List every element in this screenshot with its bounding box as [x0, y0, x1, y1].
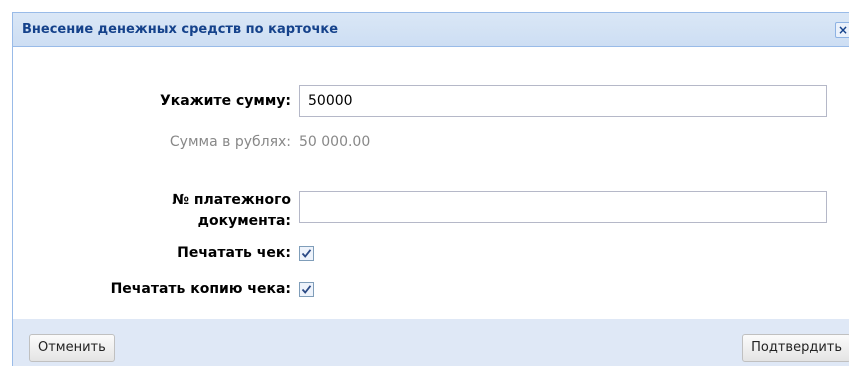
checkmark-icon: [301, 285, 312, 294]
print-copy-checkbox[interactable]: [299, 282, 314, 297]
confirm-button[interactable]: Подтвердить: [742, 334, 849, 362]
amount-input[interactable]: [299, 85, 827, 117]
rubles-label: Сумма в рублях:: [169, 134, 291, 150]
close-icon[interactable]: ×: [835, 22, 849, 38]
rubles-value: 50 000.00: [299, 134, 371, 150]
print-check-checkbox[interactable]: [299, 246, 314, 261]
doc-number-label-line2: документа:: [197, 213, 291, 229]
dialog-title: Внесение денежных средств по карточке: [22, 22, 339, 37]
print-check-label: Печатать чек:: [177, 245, 291, 261]
dialog-titlebar: Внесение денежных средств по карточке ×: [13, 13, 849, 47]
deposit-dialog: Внесение денежных средств по карточке × …: [12, 12, 849, 366]
dialog-footer: Отменить Подтвердить: [13, 319, 849, 366]
amount-label: Укажите сумму:: [159, 93, 291, 109]
dialog-body: Укажите сумму: Сумма в рублях: 50 000.00…: [13, 47, 849, 319]
print-copy-label: Печатать копию чека:: [110, 281, 291, 297]
checkmark-icon: [301, 249, 312, 258]
cancel-button[interactable]: Отменить: [29, 334, 115, 362]
doc-number-input[interactable]: [299, 191, 827, 223]
doc-number-label-line1: № платежного: [172, 192, 291, 208]
